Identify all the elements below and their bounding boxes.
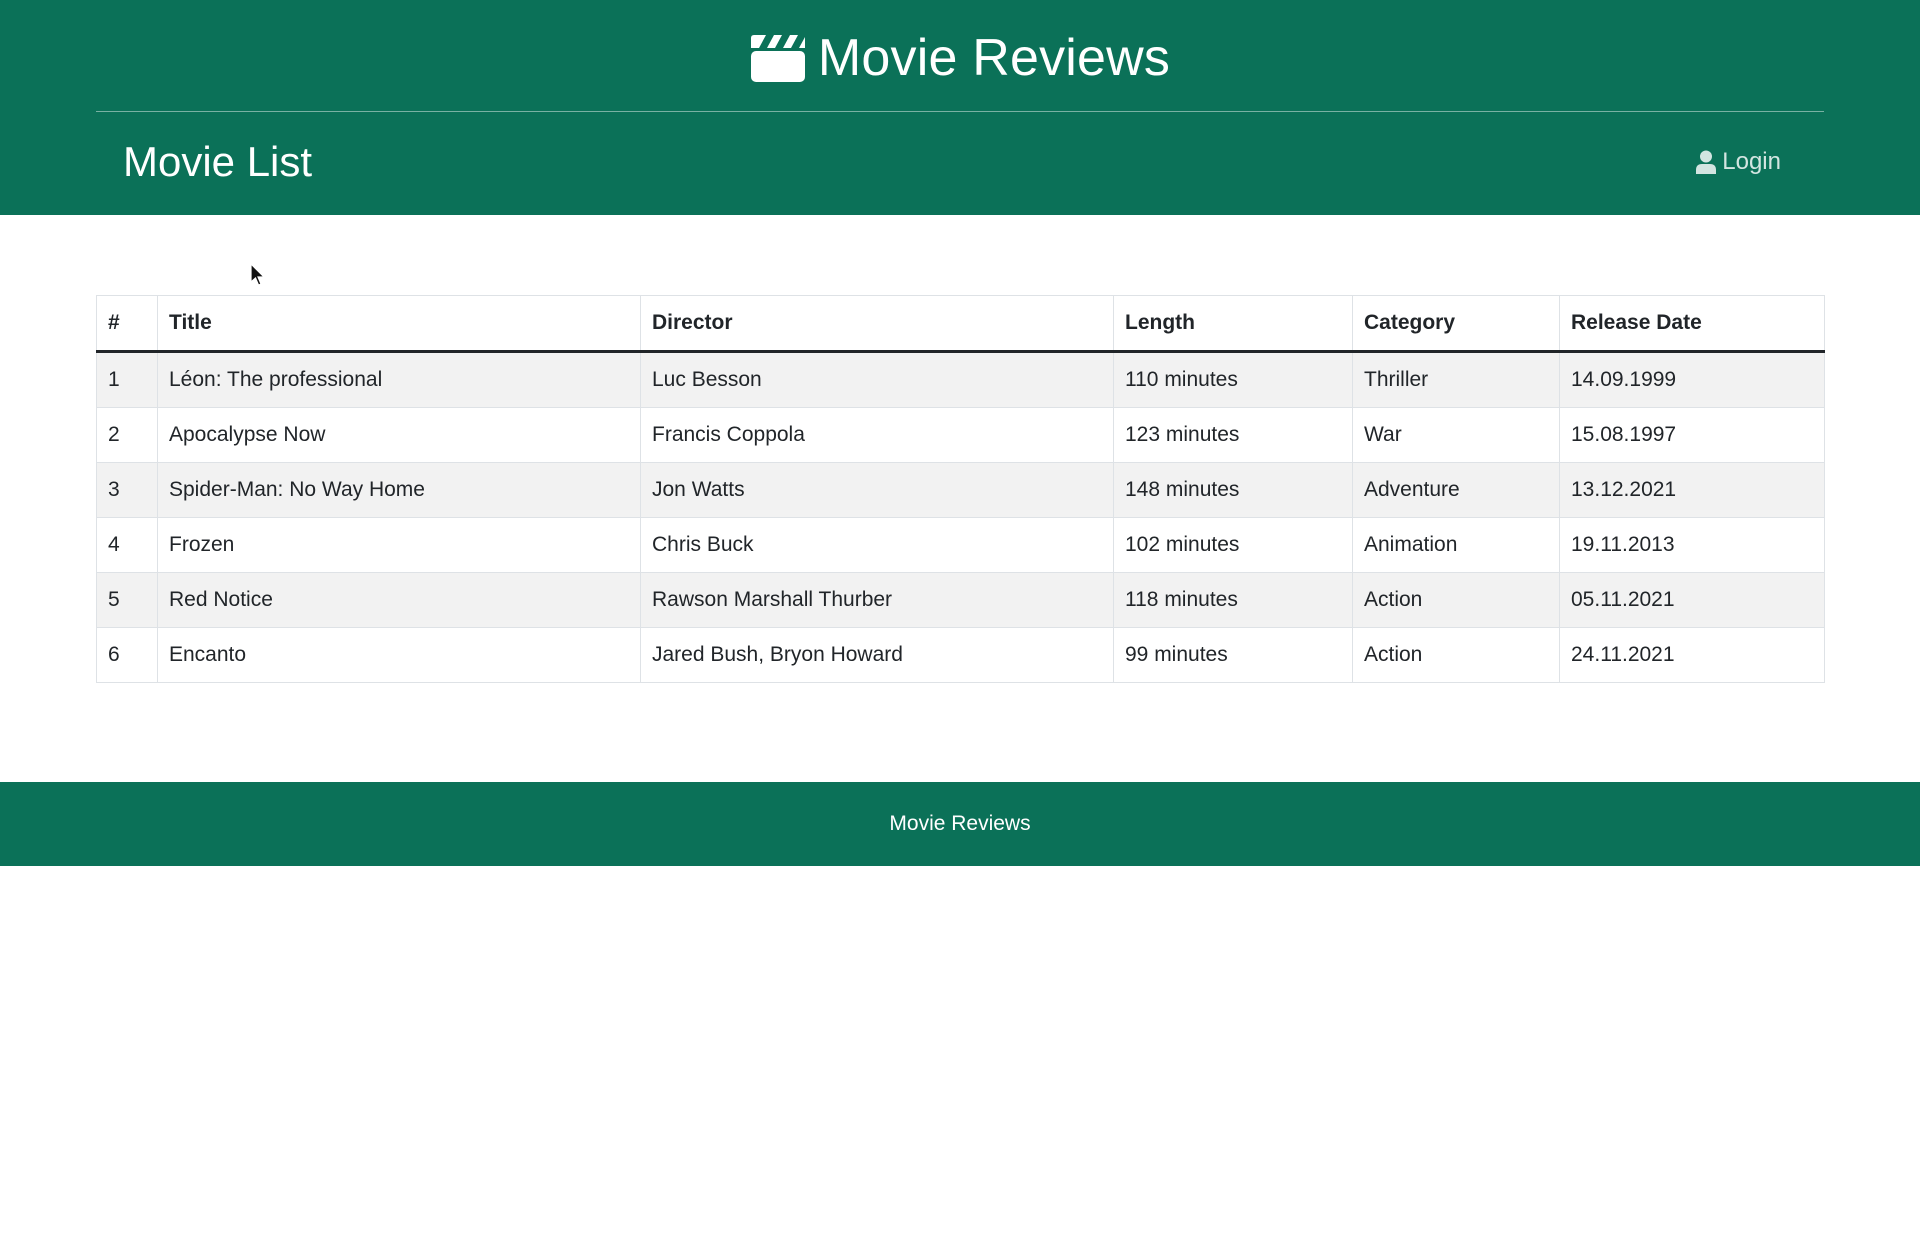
- mouse-pointer-icon: [250, 262, 266, 287]
- movie-table-container: # Title Director Length Category Release…: [96, 295, 1825, 683]
- cell-length: 148 minutes: [1113, 462, 1353, 518]
- login-label[interactable]: Login: [1722, 146, 1781, 178]
- movie-table: # Title Director Length Category Release…: [96, 295, 1825, 683]
- table-row[interactable]: 1 Léon: The professional Luc Besson 110 …: [96, 351, 1825, 408]
- table-row[interactable]: 6 Encanto Jared Bush, Bryon Howard 99 mi…: [96, 627, 1825, 683]
- cell-number: 6: [96, 627, 158, 683]
- cell-length: 102 minutes: [1113, 517, 1353, 573]
- cell-length: 110 minutes: [1113, 351, 1353, 408]
- cell-length: 118 minutes: [1113, 572, 1353, 628]
- cell-category: Animation: [1352, 517, 1560, 573]
- cell-director: Francis Coppola: [640, 407, 1114, 463]
- cell-number: 2: [96, 407, 158, 463]
- table-header: # Title Director Length Category Release…: [96, 295, 1825, 353]
- column-header-release-date: Release Date: [1559, 295, 1825, 353]
- cell-release-date: 15.08.1997: [1559, 407, 1825, 463]
- cell-director: Jon Watts: [640, 462, 1114, 518]
- cell-category: Thriller: [1352, 351, 1560, 408]
- cell-title: Apocalypse Now: [157, 407, 641, 463]
- cell-category: Action: [1352, 627, 1560, 683]
- cell-release-date: 19.11.2013: [1559, 517, 1825, 573]
- cell-number: 4: [96, 517, 158, 573]
- login-link[interactable]: Login: [1695, 146, 1781, 178]
- table-row[interactable]: 2 Apocalypse Now Francis Coppola 123 min…: [96, 407, 1825, 463]
- table-body: 1 Léon: The professional Luc Besson 110 …: [96, 351, 1825, 683]
- cell-number: 5: [96, 572, 158, 628]
- cell-director: Rawson Marshall Thurber: [640, 572, 1114, 628]
- cell-director: Chris Buck: [640, 517, 1114, 573]
- cell-category: Adventure: [1352, 462, 1560, 518]
- table-header-row: # Title Director Length Category Release…: [96, 295, 1825, 353]
- clapperboard-icon: [750, 33, 806, 83]
- user-icon: [1695, 150, 1717, 174]
- cell-title: Léon: The professional: [157, 351, 641, 408]
- cell-category: Action: [1352, 572, 1560, 628]
- cell-release-date: 13.12.2021: [1559, 462, 1825, 518]
- cell-number: 1: [96, 351, 158, 408]
- site-footer: Movie Reviews: [0, 782, 1920, 866]
- cell-release-date: 05.11.2021: [1559, 572, 1825, 628]
- cell-title: Red Notice: [157, 572, 641, 628]
- site-header: Movie Reviews Movie List Login: [0, 0, 1920, 215]
- cell-director: Jared Bush, Bryon Howard: [640, 627, 1114, 683]
- cell-title: Encanto: [157, 627, 641, 683]
- table-row[interactable]: 3 Spider-Man: No Way Home Jon Watts 148 …: [96, 462, 1825, 518]
- column-header-number: #: [96, 295, 158, 353]
- header-divider: [96, 111, 1824, 112]
- table-row[interactable]: 4 Frozen Chris Buck 102 minutes Animatio…: [96, 517, 1825, 573]
- cell-number: 3: [96, 462, 158, 518]
- column-header-category: Category: [1352, 295, 1560, 353]
- cell-length: 99 minutes: [1113, 627, 1353, 683]
- cell-release-date: 24.11.2021: [1559, 627, 1825, 683]
- cell-director: Luc Besson: [640, 351, 1114, 408]
- cell-release-date: 14.09.1999: [1559, 351, 1825, 408]
- page-title: Movie List: [123, 138, 313, 185]
- cell-length: 123 minutes: [1113, 407, 1353, 463]
- cell-category: War: [1352, 407, 1560, 463]
- cell-title: Spider-Man: No Way Home: [157, 462, 641, 518]
- brand[interactable]: Movie Reviews: [0, 28, 1920, 88]
- column-header-title: Title: [157, 295, 641, 353]
- column-header-director: Director: [640, 295, 1114, 353]
- footer-text: Movie Reviews: [889, 812, 1031, 835]
- cell-title: Frozen: [157, 517, 641, 573]
- brand-title[interactable]: Movie Reviews: [818, 28, 1170, 88]
- table-row[interactable]: 5 Red Notice Rawson Marshall Thurber 118…: [96, 572, 1825, 628]
- column-header-length: Length: [1113, 295, 1353, 353]
